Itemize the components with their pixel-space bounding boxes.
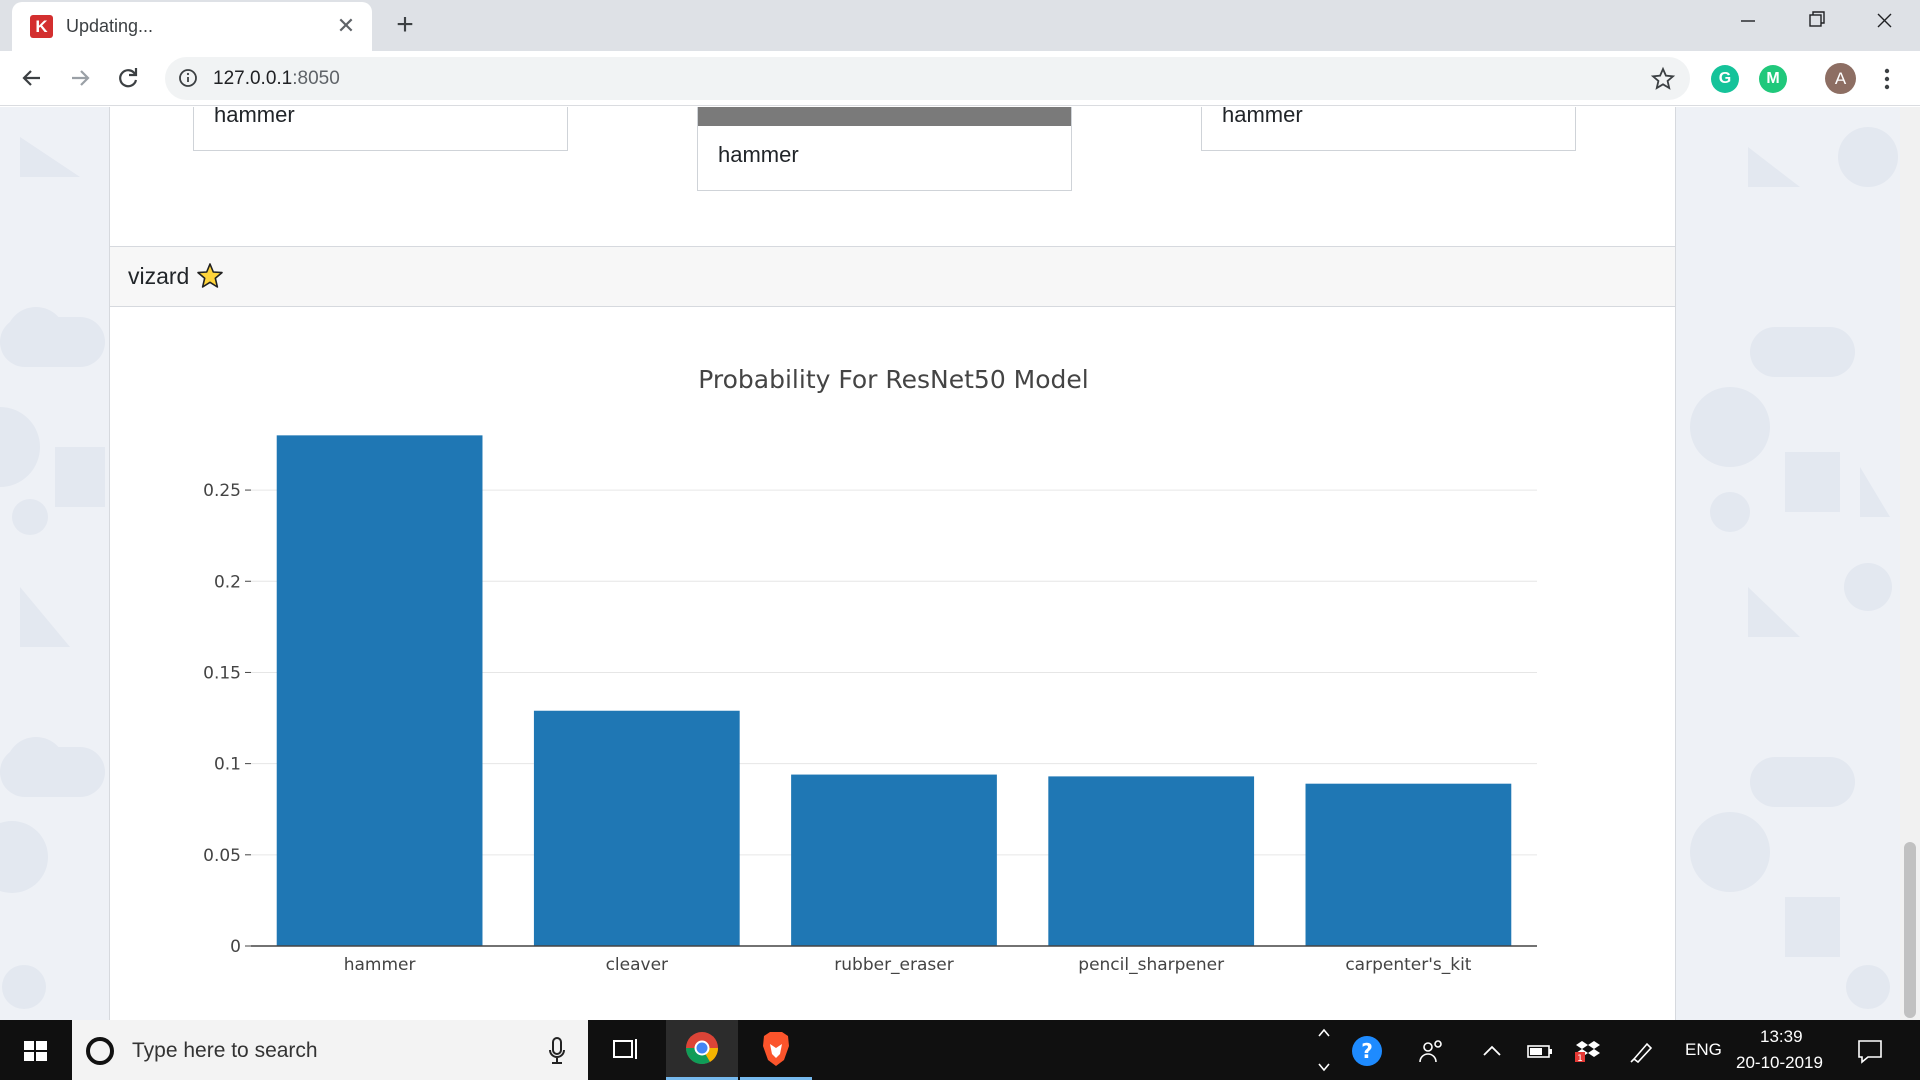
- close-window-button[interactable]: [1853, 0, 1915, 44]
- site-info-icon[interactable]: [177, 67, 199, 89]
- back-button[interactable]: [14, 60, 50, 96]
- new-tab-button[interactable]: +: [388, 9, 422, 43]
- tab-favicon-icon: K: [30, 15, 53, 38]
- chrome-taskbar-button[interactable]: [666, 1020, 738, 1080]
- brave-lion-icon: [763, 1032, 789, 1066]
- task-view-button[interactable]: [590, 1020, 660, 1080]
- browser-toolbar: 127.0.0.1:8050 G M A: [0, 51, 1920, 106]
- image-card-2: hammer: [697, 107, 1072, 191]
- bookmark-star-icon[interactable]: [1650, 66, 1676, 92]
- forward-arrow-icon: [72, 70, 90, 86]
- y-tick-label: 0.15: [203, 663, 241, 683]
- tab-strip: K Updating... ✕ +: [0, 0, 1920, 51]
- bar-rubber-eraser: [791, 774, 997, 946]
- x-tick-label: pencil_sharpener: [1078, 955, 1224, 975]
- bar-pencil-sharpener: [1048, 776, 1255, 946]
- reload-button[interactable]: [110, 60, 146, 96]
- start-button[interactable]: [0, 1020, 70, 1080]
- vizard-card: vizard Probability For ResNet50 Model 0 0.…: [109, 246, 1676, 1020]
- scrollbar-thumb[interactable]: [1904, 842, 1916, 1018]
- y-tick-label: 0.05: [203, 846, 241, 866]
- page-viewport: hammer hammer hammer vizard Probability …: [0, 107, 1920, 1020]
- bar-carpenter-s-kit: [1305, 783, 1512, 946]
- dropbox-icon[interactable]: 1: [1573, 1038, 1603, 1064]
- battery-icon[interactable]: [1525, 1038, 1555, 1064]
- action-center-icon[interactable]: [1855, 1036, 1885, 1066]
- minimize-button[interactable]: [1717, 0, 1779, 44]
- y-tick-label: 0: [230, 937, 241, 957]
- chart-title: Probability For ResNet50 Model: [698, 365, 1088, 394]
- x-tick-label: carpenter's_kit: [1345, 955, 1471, 975]
- task-view-icon: [613, 1039, 637, 1059]
- x-tick-label: cleaver: [606, 955, 668, 975]
- back-arrow-icon: [22, 70, 40, 86]
- bar-hammer: [276, 435, 483, 946]
- grammarly-icon[interactable]: G: [1711, 65, 1739, 93]
- x-tick-label: hammer: [344, 955, 416, 975]
- mercury-icon[interactable]: M: [1759, 65, 1787, 93]
- pen-icon[interactable]: [1627, 1038, 1657, 1064]
- brave-taskbar-button[interactable]: [740, 1020, 812, 1080]
- windows-logo-icon: [24, 1041, 47, 1061]
- chrome-icon: [685, 1032, 719, 1065]
- card-header: vizard: [110, 247, 1675, 307]
- taskbar-search-box[interactable]: Type here to search: [72, 1020, 588, 1080]
- clock-time[interactable]: 13:39: [1760, 1027, 1803, 1047]
- image-card-3-caption: hammer: [1222, 107, 1303, 127]
- tab-close-icon[interactable]: ✕: [332, 12, 360, 40]
- taskbar-search-placeholder: Type here to search: [132, 1039, 318, 1062]
- cortana-icon: [86, 1037, 114, 1065]
- browser-tab[interactable]: K Updating... ✕: [12, 2, 372, 51]
- people-icon[interactable]: [1417, 1038, 1447, 1064]
- image-card-1-caption: hammer: [214, 107, 295, 127]
- restore-button[interactable]: [1785, 0, 1847, 44]
- star-icon: [197, 263, 223, 288]
- clock-date[interactable]: 20-10-2019: [1736, 1053, 1823, 1073]
- image-card-2-caption: hammer: [718, 142, 799, 167]
- uploaded-image: [698, 107, 1071, 126]
- probability-bar-chart: Probability For ResNet50 Model 0 0.05 0.1 0.…: [203, 365, 1537, 975]
- url-port: :8050: [292, 68, 340, 89]
- page-scrollbar[interactable]: [1900, 107, 1920, 1020]
- show-hidden-icons-chevron-icon[interactable]: [1477, 1038, 1507, 1064]
- svg-text:1: 1: [1577, 1054, 1583, 1064]
- help-icon[interactable]: ?: [1350, 1034, 1384, 1068]
- x-tick-label: rubber_eraser: [834, 955, 953, 975]
- windows-taskbar: Type here to search ? 1 ENG 13:39 20-10-…: [0, 1020, 1920, 1080]
- tab-title: Updating...: [66, 16, 154, 36]
- reload-icon: [119, 68, 138, 88]
- bar-cleaver: [533, 710, 740, 946]
- card-title: vizard: [128, 263, 190, 289]
- image-card-1: hammer: [193, 107, 568, 151]
- y-tick-label: 0.25: [203, 481, 241, 501]
- y-tick-label: 0.2: [214, 572, 241, 592]
- microphone-icon[interactable]: [547, 1036, 567, 1066]
- forward-button[interactable]: [62, 60, 98, 96]
- y-tick-label: 0.1: [214, 755, 241, 775]
- browser-menu-icon[interactable]: [1872, 63, 1902, 95]
- svg-text:?: ?: [1361, 1039, 1373, 1063]
- url-host: 127.0.0.1: [213, 68, 293, 89]
- image-card-3: hammer: [1201, 107, 1576, 151]
- profile-avatar[interactable]: A: [1825, 63, 1856, 94]
- language-indicator[interactable]: ENG: [1685, 1040, 1722, 1060]
- address-bar[interactable]: 127.0.0.1:8050: [165, 57, 1690, 100]
- url-text: 127.0.0.1:8050: [213, 68, 340, 90]
- tray-scroll-icon[interactable]: [1316, 1024, 1332, 1076]
